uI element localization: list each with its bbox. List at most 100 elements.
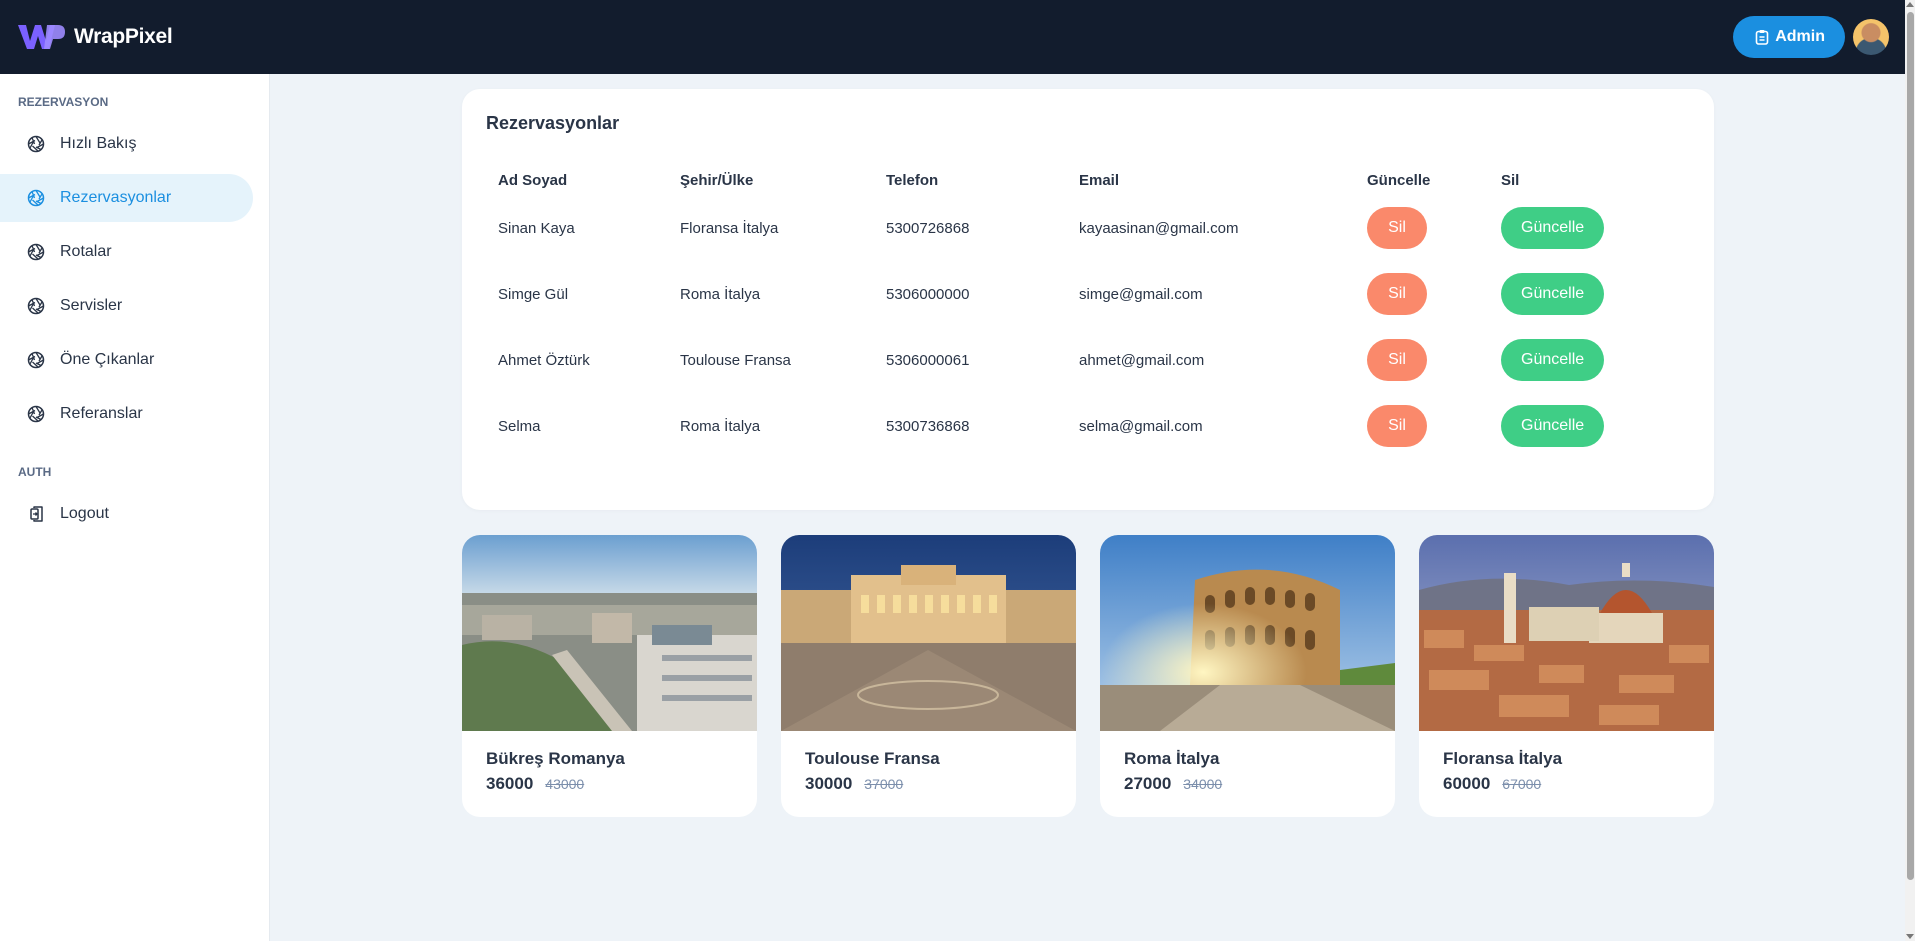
destination-old-price: 37000 — [864, 776, 904, 792]
delete-button[interactable]: Sil — [1367, 339, 1427, 381]
rome-colosseum-photo — [1100, 535, 1395, 731]
reservations-table: Ad Soyad Şehir/Ülke Telefon Email Güncel… — [486, 165, 1690, 459]
table-row: Simge Gül Roma İtalya 5306000000 simge@g… — [486, 261, 1690, 327]
column-header-city: Şehir/Ülke — [680, 171, 754, 189]
update-button[interactable]: Güncelle — [1501, 273, 1605, 315]
destination-card[interactable]: Roma İtalya 27000 34000 — [1100, 535, 1395, 817]
update-button[interactable]: Güncelle — [1501, 207, 1605, 249]
aperture-icon — [27, 135, 45, 153]
destination-info: Floransa İtalya 60000 67000 — [1419, 731, 1714, 794]
destination-name: Roma İtalya — [1124, 749, 1220, 768]
table-row: Sinan Kaya Floransa İtalya 5300726868 ka… — [486, 195, 1690, 261]
destination-prices: 30000 37000 — [805, 774, 1052, 794]
cell-email: ahmet@gmail.com — [1079, 351, 1205, 369]
bucharest-photo — [462, 535, 757, 731]
brand[interactable]: WrapPixel — [16, 22, 173, 52]
destination-info: Roma İtalya 27000 34000 — [1100, 731, 1395, 794]
destination-prices: 27000 34000 — [1124, 774, 1371, 794]
aperture-icon — [27, 351, 45, 369]
admin-button[interactable]: Admin — [1733, 16, 1845, 58]
cell-name: Sinan Kaya — [498, 219, 575, 237]
sidebar-item-label: Rezervasyonlar — [60, 189, 172, 206]
column-header-delete: Sil — [1501, 171, 1520, 189]
table-row: Selma Roma İtalya 5300736868 selma@gmail… — [486, 393, 1690, 459]
destination-cards: Bükreş Romanya 36000 43000 Toulouse Fran… — [462, 535, 1714, 817]
scroll-up-arrow-icon[interactable] — [1906, 2, 1914, 7]
sidebar: REZERVASYON Hızlı Bakış Rezervasyonlar R… — [0, 74, 270, 941]
sidebar-item-label: Rotalar — [60, 243, 112, 260]
destination-card[interactable]: Toulouse Fransa 30000 37000 — [781, 535, 1076, 817]
clipboard-icon — [1755, 30, 1769, 45]
cell-city: Toulouse Fransa — [680, 351, 791, 369]
scroll-down-arrow-icon[interactable] — [1906, 934, 1914, 939]
aperture-icon — [27, 297, 45, 315]
logout-label: Logout — [60, 505, 109, 522]
header-actions: Admin — [1733, 16, 1889, 58]
delete-button[interactable]: Sil — [1367, 207, 1427, 249]
reservations-card: Rezervasyonlar Ad Soyad Şehir/Ülke Telef… — [462, 89, 1714, 510]
sidebar-item-reservations[interactable]: Rezervasyonlar — [0, 174, 253, 222]
nav-section-reservation: REZERVASYON — [18, 95, 109, 109]
aperture-icon — [27, 243, 45, 261]
column-header-name: Ad Soyad — [498, 171, 568, 189]
scrollbar-thumb[interactable] — [1907, 12, 1914, 880]
nav-section-auth: AUTH — [18, 465, 52, 479]
cell-delete: Sil — [1355, 195, 1489, 261]
table-header-row: Ad Soyad Şehir/Ülke Telefon Email Güncel… — [486, 165, 1690, 195]
brand-name: WrapPixel — [74, 25, 173, 48]
page-scrollbar[interactable] — [1905, 0, 1915, 941]
destination-prices: 36000 43000 — [486, 774, 733, 794]
sidebar-item-logout[interactable]: Logout — [0, 490, 253, 538]
cell-delete: Sil — [1355, 327, 1489, 393]
cell-name: Selma — [498, 417, 541, 435]
cell-city: Roma İtalya — [680, 285, 761, 303]
sidebar-item-label: Hızlı Bakış — [60, 135, 137, 152]
column-header-update: Güncelle — [1367, 171, 1431, 189]
cell-email: selma@gmail.com — [1079, 417, 1203, 435]
sidebar-item-routes[interactable]: Rotalar — [0, 228, 253, 276]
cell-phone: 5306000000 — [886, 285, 970, 303]
cell-delete: Sil — [1355, 393, 1489, 459]
destination-card[interactable]: Bükreş Romanya 36000 43000 — [462, 535, 757, 817]
logout-icon — [30, 506, 43, 522]
page-title: Rezervasyonlar — [486, 113, 620, 133]
sidebar-item-services[interactable]: Servisler — [0, 282, 253, 330]
cell-delete: Sil — [1355, 261, 1489, 327]
destination-name: Floransa İtalya — [1443, 749, 1563, 768]
cell-phone: 5300736868 — [886, 417, 970, 435]
cell-update: Güncelle — [1489, 393, 1690, 459]
cell-update: Güncelle — [1489, 195, 1690, 261]
cell-name: Ahmet Öztürk — [498, 351, 590, 369]
cell-phone: 5300726868 — [886, 219, 970, 237]
user-avatar[interactable] — [1853, 19, 1889, 55]
destination-name: Toulouse Fransa — [805, 749, 940, 768]
destination-prices: 60000 67000 — [1443, 774, 1690, 794]
sidebar-item-references[interactable]: Referanslar — [0, 390, 253, 438]
destination-old-price: 34000 — [1183, 776, 1223, 792]
destination-price: 27000 — [1124, 774, 1172, 793]
cell-email: simge@gmail.com — [1079, 285, 1203, 303]
destination-old-price: 67000 — [1502, 776, 1542, 792]
destination-price: 36000 — [486, 774, 534, 793]
destination-info: Bükreş Romanya 36000 43000 — [462, 731, 757, 794]
florence-photo — [1419, 535, 1714, 731]
top-header: WrapPixel Admin — [0, 0, 1905, 74]
delete-button[interactable]: Sil — [1367, 405, 1427, 447]
cell-city: Floransa İtalya — [680, 219, 779, 237]
cell-update: Güncelle — [1489, 261, 1690, 327]
sidebar-item-label: Referanslar — [60, 405, 143, 422]
wrappixel-logo-icon — [18, 25, 65, 49]
update-button[interactable]: Güncelle — [1501, 405, 1605, 447]
cell-update: Güncelle — [1489, 327, 1690, 393]
sidebar-item-quick-view[interactable]: Hızlı Bakış — [0, 120, 253, 168]
destination-card[interactable]: Floransa İtalya 60000 67000 — [1419, 535, 1714, 817]
admin-label: Admin — [1775, 28, 1825, 45]
sidebar-item-highlights[interactable]: Öne Çıkanlar — [0, 336, 253, 384]
update-button[interactable]: Güncelle — [1501, 339, 1605, 381]
column-header-email: Email — [1079, 171, 1120, 189]
cell-city: Roma İtalya — [680, 417, 761, 435]
delete-button[interactable]: Sil — [1367, 273, 1427, 315]
aperture-icon — [27, 405, 45, 423]
destination-info: Toulouse Fransa 30000 37000 — [781, 731, 1076, 794]
